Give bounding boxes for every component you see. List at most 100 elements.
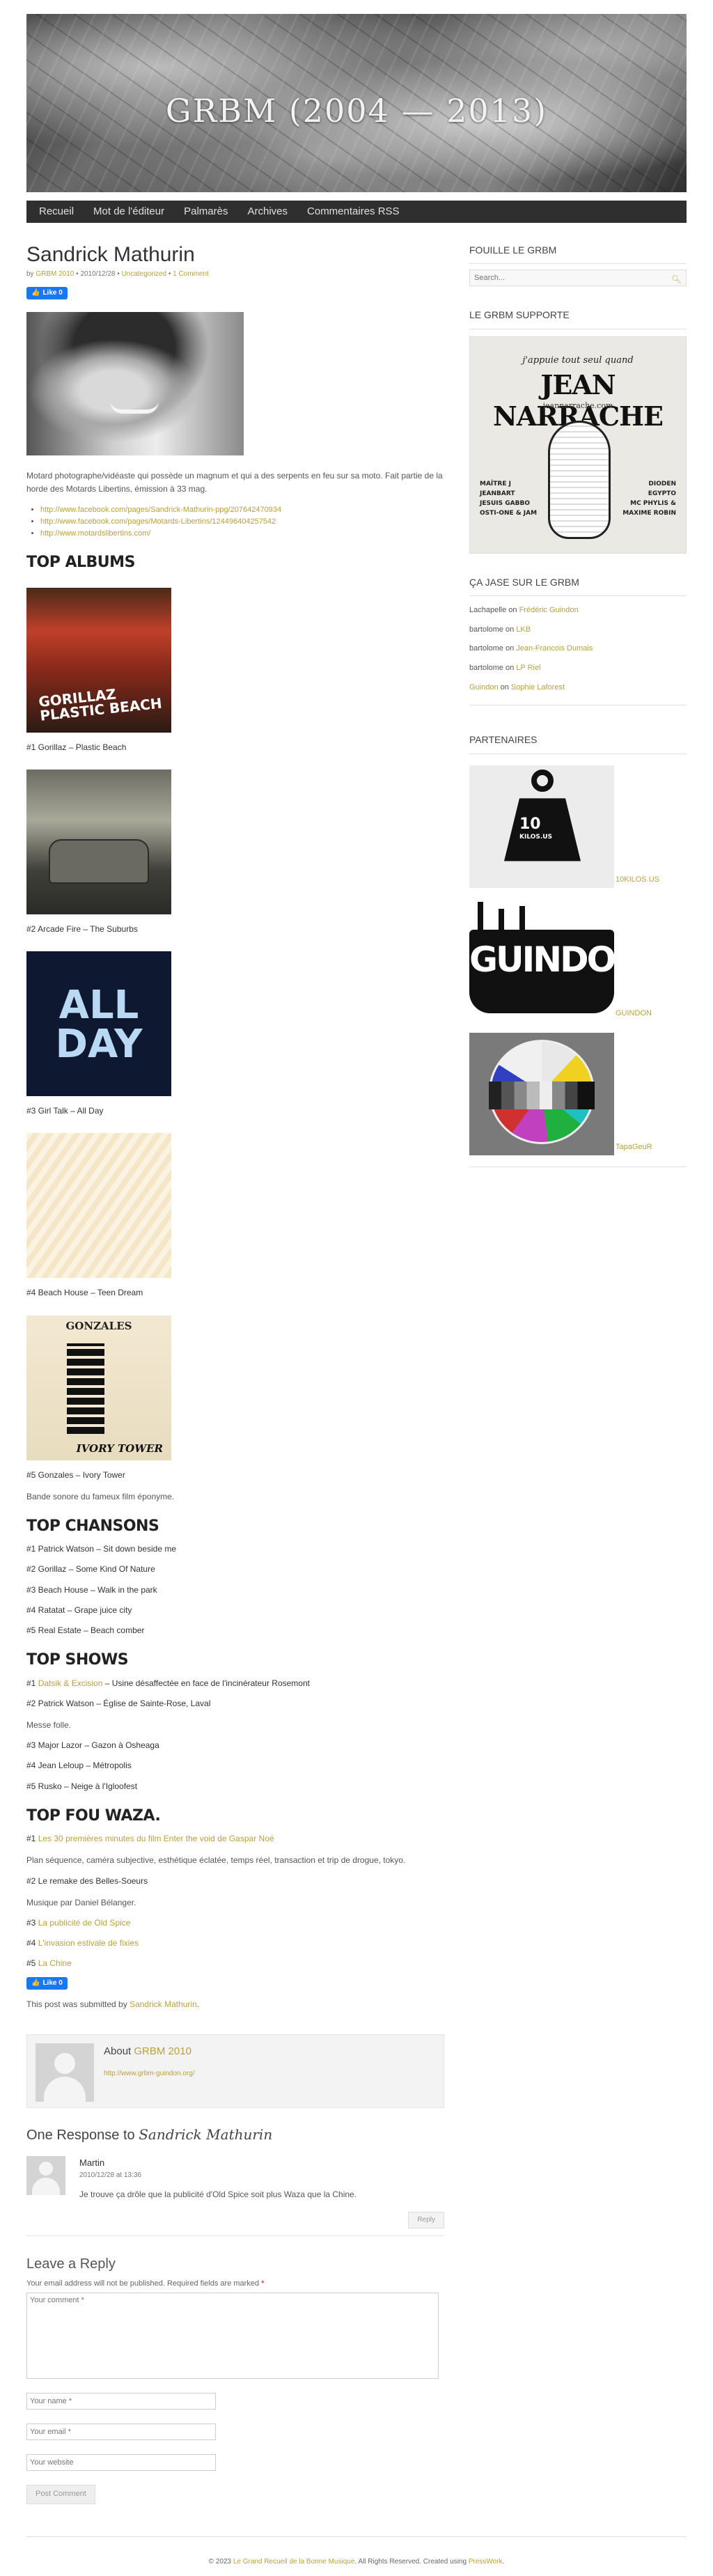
- chanson-item: #2 Gorillaz – Some Kind Of Nature: [26, 1564, 155, 1575]
- header-banner[interactable]: GRBM (2004 — 2013): [26, 14, 687, 192]
- recent-post-link[interactable]: Jean-Francois Dumais: [516, 644, 593, 653]
- submitted-by: This post was submitted by Sandrick Math…: [26, 1999, 200, 2010]
- nav-recueil[interactable]: Recueil: [29, 201, 84, 223]
- facebook-like-button[interactable]: 👍 Like 0: [26, 287, 68, 299]
- recent-post-link[interactable]: LP Riel: [516, 664, 540, 672]
- top-shows-heading: TOP SHOWS: [26, 1651, 129, 1669]
- nav-palmares[interactable]: Palmarès: [174, 201, 237, 223]
- avatar: [36, 2043, 94, 2102]
- nav-mot-editeur[interactable]: Mot de l'éditeur: [84, 201, 174, 223]
- page: GRBM (2004 — 2013) Recueil Mot de l'édit…: [26, 0, 687, 2576]
- top-chansons-heading: TOP CHANSONS: [26, 1517, 159, 1535]
- waza-item: #2 Le remake des Belles-Soeurs: [26, 1875, 148, 1886]
- comment-textarea[interactable]: [26, 2293, 439, 2380]
- facebook-like-button-bottom[interactable]: 👍 Like 0: [26, 1977, 68, 1990]
- author-box-name[interactable]: GRBM 2010: [134, 2045, 191, 2057]
- submitted-author-link[interactable]: Sandrick Mathurin: [130, 1999, 197, 2009]
- album-label: #2 Arcade Fire – The Suburbs: [26, 923, 138, 934]
- album-label: #1 Gorillaz – Plastic Beach: [26, 742, 127, 752]
- partner-guindon: GUINDON GUINDON: [469, 898, 687, 1022]
- name-field[interactable]: [26, 2393, 216, 2410]
- show-link[interactable]: Datsik & Excision: [38, 1678, 103, 1688]
- recent-post-link[interactable]: LKB: [516, 625, 531, 634]
- top-albums-heading: TOP ALBUMS: [26, 554, 135, 572]
- top-waza-heading: TOP FOU WAZA.: [26, 1806, 161, 1825]
- facebook-link-2[interactable]: http://www.facebook.com/pages/Motards-Li…: [40, 517, 276, 526]
- post-comment-button[interactable]: Post Comment: [26, 2485, 95, 2504]
- thumbs-up-icon: 👍: [31, 289, 40, 297]
- album-cover-ivory-tower[interactable]: GONZALES IVORY TOWER: [26, 1315, 171, 1460]
- site-title[interactable]: GRBM (2004 — 2013): [26, 86, 687, 137]
- motards-link[interactable]: http://www.motardslibertins.com/: [40, 529, 150, 538]
- footer-engine-link[interactable]: PressWork: [469, 2558, 503, 2566]
- post-meta: by GRBM 2010 • 2010/12/28 • Uncategorize…: [26, 270, 209, 278]
- footer-site-link[interactable]: Le Grand Recueil de la Bonne Musique: [233, 2558, 355, 2566]
- list-item: bartolome on Jean-Francois Dumais: [469, 644, 593, 653]
- author-link[interactable]: GRBM 2010: [36, 270, 74, 278]
- comment-author: Martin: [79, 2157, 105, 2168]
- album-note: Bande sonore du fameux film éponyme.: [26, 1491, 175, 1501]
- chanson-item: #4 Ratatat – Grape juice city: [26, 1605, 132, 1615]
- author-box-title: About GRBM 2010: [104, 2045, 191, 2057]
- album-2: #2 Arcade Fire – The Suburbs: [26, 769, 444, 936]
- waza-item: #1 Les 30 premières minutes du film Ente…: [26, 1834, 274, 1844]
- post-title: Sandrick Mathurin: [26, 243, 195, 266]
- recent-comments-widget: ÇA JASE SUR LE GRBM Lachapelle on Frédér…: [469, 575, 687, 706]
- website-field[interactable]: [26, 2454, 216, 2472]
- album-cover-gorillaz[interactable]: GORILLAZ PLASTIC BEACH: [26, 587, 171, 733]
- album-label: #5 Gonzales – Ivory Tower: [26, 1469, 125, 1480]
- chanson-item: #3 Beach House – Walk in the park: [26, 1584, 157, 1595]
- email-field[interactable]: [26, 2423, 216, 2441]
- show-item: #2 Patrick Watson – Église de Sainte-Ros…: [26, 1698, 211, 1708]
- category-link[interactable]: Uncategorized: [122, 270, 166, 278]
- recent-post-link[interactable]: Sophie Laforest: [511, 683, 565, 692]
- waza-link[interactable]: Les 30 premières minutes du film Enter t…: [38, 1834, 274, 1843]
- list-item: bartolome on LKB: [469, 625, 531, 634]
- album-label: #3 Girl Talk – All Day: [26, 1106, 104, 1116]
- nav-rss[interactable]: Commentaires RSS: [297, 201, 409, 223]
- album-4: #4 Beach House – Teen Dream: [26, 1133, 444, 1299]
- album-cover-suburbs[interactable]: [26, 769, 171, 914]
- author-box: About GRBM 2010 http://www.grbm-guindon.…: [26, 2034, 444, 2108]
- waza-link[interactable]: La Chine: [38, 1958, 72, 1968]
- album-cover-all-day[interactable]: ALL DAY: [26, 951, 171, 1097]
- waza-link[interactable]: La publicité de Old Spice: [38, 1918, 131, 1928]
- comment-text: Je trouve ça drôle que la publicité d'Ol…: [79, 2189, 357, 2200]
- kettlebell-logo[interactable]: 10 KILOS.US: [469, 765, 614, 888]
- main-content: Sandrick Mathurin by GRBM 2010 • 2010/12…: [26, 242, 444, 2504]
- album-1: GORILLAZ PLASTIC BEACH #1 Gorillaz – Pla…: [26, 587, 444, 754]
- comment-date[interactable]: 2010/12/28 at 13:36: [79, 2170, 444, 2181]
- recent-post-link[interactable]: Frédéric Guindon: [519, 606, 579, 614]
- search-icon[interactable]: 🔍︎: [671, 273, 682, 286]
- jean-narrache-poster[interactable]: j'appuie tout seul quand JEAN NARRACHE j…: [469, 336, 687, 554]
- widget-title: LE GRBM SUPPORTE: [469, 307, 687, 329]
- bio-text: Motard photographe/vidéaste qui possède …: [26, 471, 443, 494]
- partner-link[interactable]: 10KILOS.US: [616, 874, 659, 887]
- list-item: http://www.motardslibertins.com/: [40, 528, 444, 540]
- partner-link[interactable]: GUINDON: [616, 1008, 652, 1020]
- recent-author-link[interactable]: Guindon: [469, 683, 499, 692]
- list-item: Lachapelle on Frédéric Guindon: [469, 606, 579, 615]
- show-item: #4 Jean Leloup – Métropolis: [26, 1761, 132, 1771]
- test-pattern-logo[interactable]: [469, 1032, 614, 1155]
- facebook-link-1[interactable]: http://www.facebook.com/pages/Sandrick-M…: [40, 506, 281, 514]
- footer: © 2023 Le Grand Recueil de la Bonne Musi…: [26, 2536, 687, 2576]
- search-input[interactable]: [470, 270, 686, 286]
- show-item: #3 Major Lazor – Gazon à Osheaga: [26, 1740, 159, 1751]
- author-website-link[interactable]: http://www.grbm-guindon.org/: [104, 2068, 195, 2079]
- nav-archives[interactable]: Archives: [237, 201, 297, 223]
- chanson-item: #1 Patrick Watson – Sit down beside me: [26, 1544, 176, 1554]
- waza-item: #4 L'invasion estivale de fixies: [26, 1938, 139, 1949]
- comment: Martin 2010/12/28 at 13:36 Je trouve ça …: [26, 2155, 444, 2202]
- avatar: [26, 2155, 65, 2195]
- album-cover-teen-dream[interactable]: [26, 1133, 171, 1279]
- album-3: ALL DAY #3 Girl Talk – All Day: [26, 951, 444, 1118]
- widget-title: ÇA JASE SUR LE GRBM: [469, 575, 687, 597]
- partner-link[interactable]: TapaGeuR: [616, 1141, 652, 1154]
- waza-link[interactable]: L'invasion estivale de fixies: [38, 1938, 139, 1948]
- factory-logo[interactable]: GUINDON: [469, 898, 614, 1022]
- comments-link[interactable]: 1 Comment: [173, 270, 209, 278]
- reply-button[interactable]: Reply: [408, 2211, 444, 2228]
- search-widget: FOUILLE LE GRBM 🔍︎: [469, 242, 687, 287]
- list-item: bartolome on LP Riel: [469, 663, 541, 672]
